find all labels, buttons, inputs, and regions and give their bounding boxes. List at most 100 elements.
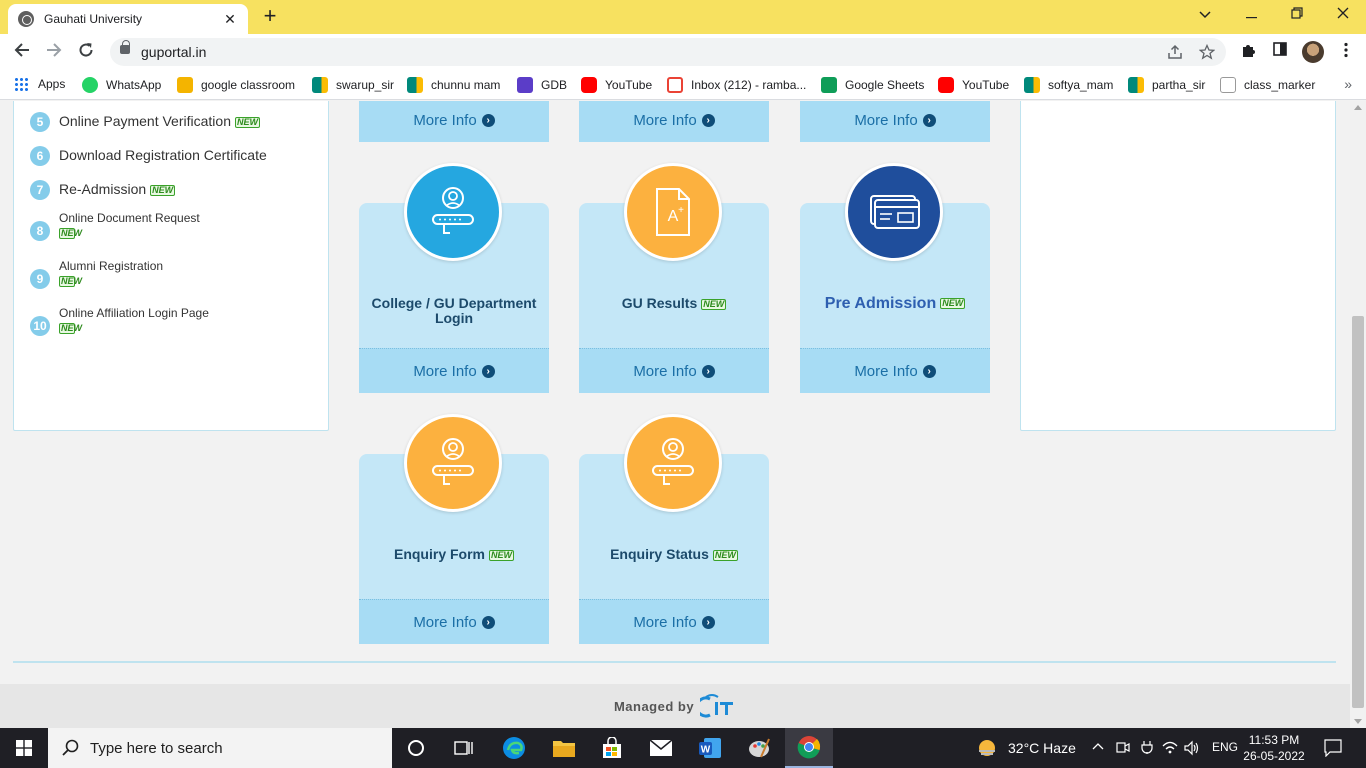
bookmark-google-sheets[interactable]: Google Sheets <box>821 77 924 93</box>
file-explorer-icon[interactable] <box>540 728 588 768</box>
services-list-panel: 5 Online Payment Verification NEW 6 Downl… <box>13 101 329 431</box>
bookmark-class-marker[interactable]: class_marker <box>1220 77 1315 93</box>
scroll-down-arrow-icon[interactable] <box>1354 719 1362 724</box>
weather-text[interactable]: 32°C Haze <box>1008 740 1076 756</box>
more-info-button[interactable]: More Info › <box>359 348 549 393</box>
more-info-button[interactable]: More Info › <box>800 101 990 142</box>
bookmark-whatsapp[interactable]: WhatsApp <box>82 77 161 93</box>
paint-icon[interactable] <box>735 728 783 768</box>
weather-sun-icon[interactable] <box>976 737 998 759</box>
new-badge-icon: NEW <box>701 298 727 310</box>
more-info-button[interactable]: More Info › <box>800 348 990 393</box>
more-info-button[interactable]: More Info › <box>579 599 769 644</box>
extensions-puzzle-icon[interactable] <box>1238 42 1258 62</box>
tray-chevron-up-icon[interactable] <box>1092 742 1104 750</box>
bookmark-star-icon[interactable] <box>1198 43 1216 62</box>
card-title: Pre Admission <box>824 295 937 312</box>
volume-icon[interactable] <box>1184 740 1200 756</box>
bookmark-youtube-2[interactable]: YouTube <box>938 77 1009 93</box>
clock-date: 26-05-2022 <box>1243 749 1305 763</box>
bookmark-swarup-sir[interactable]: swarup_sir <box>312 77 394 93</box>
cortana-icon[interactable] <box>392 728 440 768</box>
list-item-online-document-request[interactable]: 8 Online Document Request NEW <box>30 211 200 241</box>
restore-button[interactable] <box>1282 4 1312 26</box>
chrome-menu-icon[interactable] <box>1336 42 1356 62</box>
mail-icon[interactable] <box>637 728 685 768</box>
arrow-right-icon: › <box>701 615 715 629</box>
chrome-taskbar-icon[interactable] <box>785 728 833 768</box>
browser-toolbar: guportal.in <box>0 34 1366 70</box>
windows-taskbar: Type here to search W 32°C Haze ENG 11:5… <box>0 728 1366 768</box>
bookmark-google-classroom[interactable]: google classroom <box>177 77 295 93</box>
cit-logo-icon[interactable] <box>700 693 736 719</box>
scroll-thumb[interactable] <box>1352 316 1364 708</box>
side-panel-icon[interactable] <box>1270 42 1290 62</box>
task-view-icon[interactable] <box>440 728 488 768</box>
bookmark-softya-mam[interactable]: softya_mam <box>1024 77 1113 93</box>
reload-icon[interactable] <box>74 40 98 64</box>
clock-time: 11:53 PM <box>1248 733 1300 747</box>
whatsapp-icon <box>82 77 98 93</box>
bookmark-partha-sir[interactable]: partha_sir <box>1128 77 1205 93</box>
card-title: Enquiry Status <box>610 546 709 562</box>
list-number-badge: 8 <box>30 221 50 241</box>
address-bar[interactable]: guportal.in <box>110 38 1226 66</box>
microsoft-store-icon[interactable] <box>588 728 636 768</box>
taskbar-clock[interactable]: 11:53 PM 26-05-2022 <box>1240 732 1308 764</box>
profile-avatar[interactable] <box>1302 41 1324 63</box>
edge-browser-icon[interactable] <box>490 728 538 768</box>
bookmark-apps[interactable]: Apps <box>14 77 65 91</box>
minimize-button[interactable] <box>1236 4 1266 26</box>
new-badge-icon: NEW <box>150 184 176 196</box>
list-item-label: Re-Admission <box>59 181 147 197</box>
more-info-button[interactable]: More Info › <box>579 101 769 142</box>
list-item-label: Online Payment Verification <box>59 113 231 129</box>
bookmarks-overflow-chevron-icon[interactable]: » <box>1344 76 1352 92</box>
id-card-icon <box>845 163 943 261</box>
bookmarks-bar: Apps WhatsApp google classroom swarup_si… <box>0 70 1366 100</box>
scroll-up-arrow-icon[interactable] <box>1354 105 1362 110</box>
list-item-alumni-registration[interactable]: 9 Alumni Registration NEW <box>30 259 163 289</box>
share-icon[interactable] <box>1166 44 1184 62</box>
more-info-button[interactable]: More Info › <box>359 101 549 142</box>
new-badge-icon: NEW <box>712 549 738 561</box>
bookmark-gdb[interactable]: GDB <box>517 77 567 93</box>
new-badge-icon: NEW <box>59 323 82 334</box>
more-info-button[interactable]: More Info › <box>359 599 549 644</box>
bookmark-youtube[interactable]: YouTube <box>581 77 652 93</box>
meet-now-icon[interactable] <box>1116 740 1130 756</box>
forward-arrow-icon[interactable] <box>42 40 66 64</box>
tab-title: Gauhati University <box>44 12 143 26</box>
language-indicator[interactable]: ENG <box>1212 740 1238 754</box>
bookmark-chunnu-mam[interactable]: chunnu mam <box>407 77 500 93</box>
back-arrow-icon[interactable] <box>10 40 34 64</box>
taskbar-search-input[interactable]: Type here to search <box>48 728 392 768</box>
list-item-online-affiliation-login[interactable]: 10 Online Affiliation Login Page NEW <box>30 306 209 336</box>
list-item-download-registration-certificate[interactable]: 6 Download Registration Certificate <box>30 146 267 166</box>
close-window-button[interactable] <box>1328 4 1358 26</box>
power-plug-icon[interactable] <box>1140 740 1154 754</box>
list-item-re-admission[interactable]: 7 Re-Admission NEW <box>30 180 176 200</box>
page-scrollbar[interactable] <box>1350 101 1366 728</box>
word-icon[interactable]: W <box>686 728 734 768</box>
grade-document-icon: A + <box>624 163 722 261</box>
new-badge-icon: NEW <box>59 228 82 239</box>
notification-center-icon[interactable] <box>1324 739 1342 757</box>
browser-titlebar: Gauhati University ✕ + <box>0 0 1366 34</box>
new-tab-button[interactable]: + <box>258 5 282 29</box>
more-info-button[interactable]: More Info › <box>579 348 769 393</box>
card-title: College / GU Department Login <box>371 295 537 326</box>
tab-close-icon[interactable]: ✕ <box>222 11 238 28</box>
list-item-label: Alumni Registration <box>59 259 164 273</box>
bookmark-gmail-inbox[interactable]: Inbox (212) - ramba... <box>667 77 806 93</box>
browser-tab-active[interactable]: Gauhati University ✕ <box>8 4 248 34</box>
user-key-icon <box>624 414 722 512</box>
university-favicon-icon <box>18 11 34 27</box>
tab-search-chevron-icon[interactable] <box>1190 4 1220 26</box>
start-button[interactable] <box>0 728 48 768</box>
apps-grid-icon <box>14 77 28 91</box>
wifi-icon[interactable] <box>1162 740 1178 756</box>
list-number-badge: 7 <box>30 180 50 200</box>
list-item-online-payment-verification[interactable]: 5 Online Payment Verification NEW <box>30 112 260 132</box>
classroom-icon <box>177 77 193 93</box>
